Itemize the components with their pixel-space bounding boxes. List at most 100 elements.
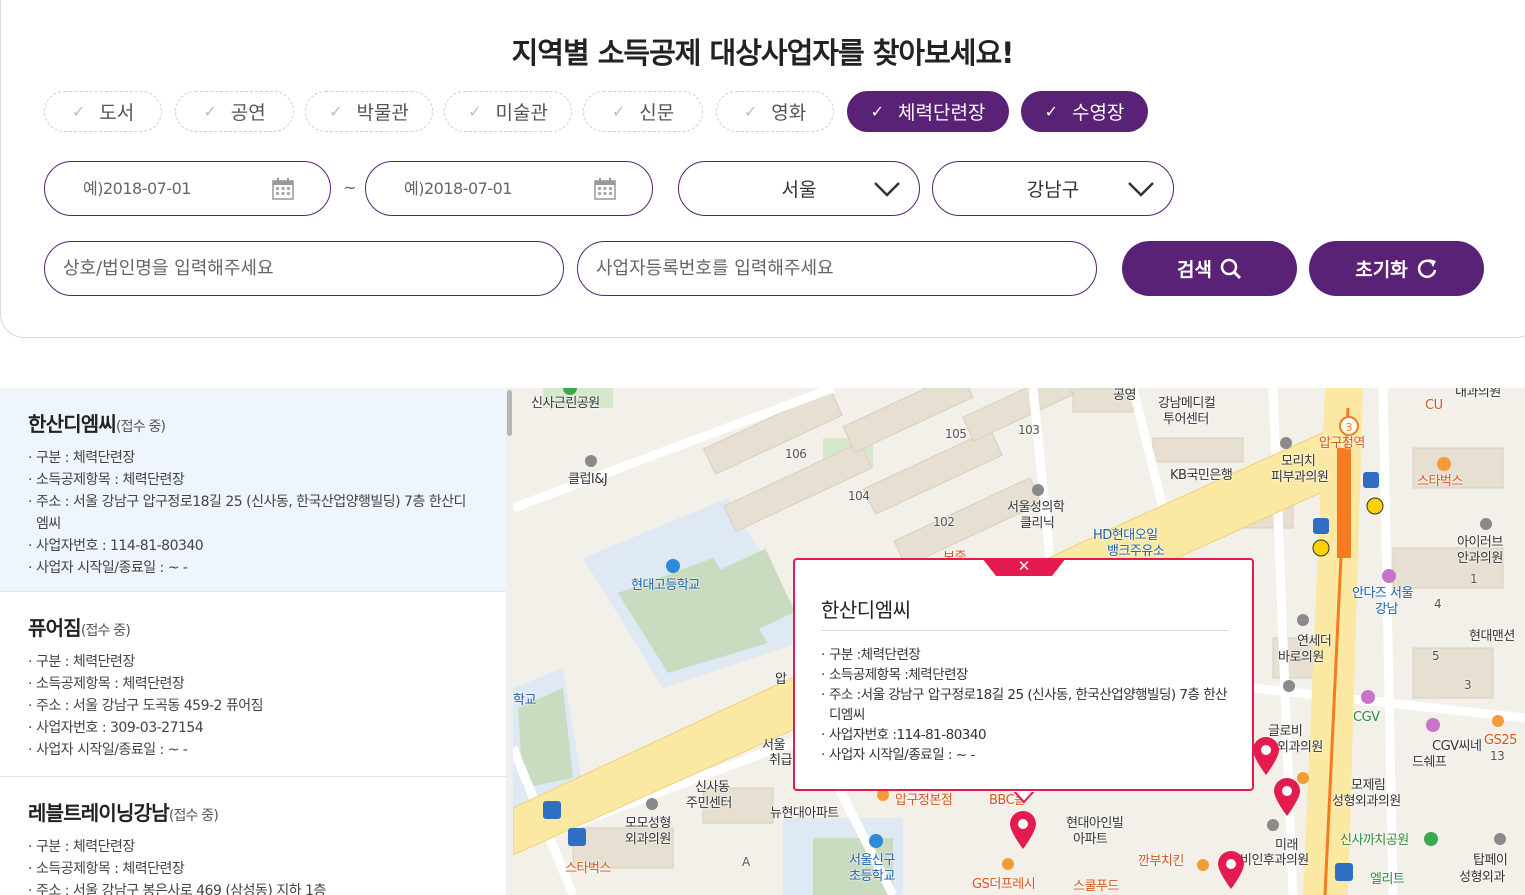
category-chip[interactable]: ✓ 박물관 <box>305 91 433 132</box>
map-label: 서울 <box>762 738 785 753</box>
map-label: 스쿨푸드 <box>1073 879 1119 894</box>
business-name-input[interactable] <box>45 258 563 279</box>
popup-tail <box>1014 791 1034 803</box>
map-label: 성형외과의원 <box>1332 794 1401 809</box>
map-label: 106 <box>785 447 807 461</box>
check-icon: ✓ <box>329 102 343 121</box>
business-number-field[interactable] <box>577 241 1097 296</box>
map-label: 현대고등학교 <box>631 578 700 593</box>
popup-info: · 구분 :체력단련장 · 소득공제항목 :체력단련장 · 주소 :서울 강남구 압구정로… <box>821 645 1231 765</box>
map-label: 학교 <box>513 693 536 708</box>
check-icon: ✓ <box>71 102 86 121</box>
map-label: 드쉐프 <box>1412 755 1447 770</box>
result-status: (접수 중) <box>80 623 131 639</box>
category-chip-label: 도서 <box>99 102 135 124</box>
map-label: 내과의원 <box>1455 388 1501 400</box>
map-label: 서울성의학 <box>1007 500 1065 515</box>
date-separator: ~ <box>343 178 357 197</box>
map-label: 성형외과 <box>1459 870 1505 885</box>
map-label: GS25 <box>1484 733 1517 748</box>
result-info-row: · 구분 : 체력단련장 <box>28 839 135 855</box>
map-label: 102 <box>933 515 955 529</box>
map-label: 104 <box>848 489 870 503</box>
end-date-field[interactable] <box>365 161 653 216</box>
map-label: 초등학교 <box>849 869 895 884</box>
category-chip[interactable]: ✓ 체력단련장 <box>847 91 1009 132</box>
category-chip[interactable]: ✓ 신문 <box>583 91 703 132</box>
map-label: CU <box>1425 398 1443 413</box>
result-item[interactable]: 레블트레이닝강남(접수 중) · 구분 : 체력단련장 · 소득공제항목 : 체력단련장… <box>0 777 506 895</box>
result-info-row: · 사업자번호 : 114-81-80340 <box>28 538 204 554</box>
map-label: 아파트 <box>1073 832 1108 847</box>
result-name[interactable]: 레블트레이닝강남(접수 중) <box>28 797 506 826</box>
map-label: KB국민은행 <box>1170 468 1233 483</box>
result-list-scrollbar[interactable] <box>506 388 513 895</box>
popup-info-row: · 주소 :서울 강남구 압구정로18길 25 (신사동, 한국산업양행빌딩) 7… <box>821 687 1228 723</box>
map-label: HD현대오일 <box>1093 528 1158 543</box>
map-label: 안과의원 <box>1457 551 1503 566</box>
map-label: 취급 <box>769 753 792 768</box>
map-label: 4 <box>1434 597 1442 611</box>
result-list-scrollbar-thumb[interactable] <box>507 390 512 436</box>
result-info-row: · 소득공제항목 : 체력단련장 <box>28 861 185 877</box>
calendar-icon[interactable] <box>272 178 294 200</box>
result-list: 한산디엠씨(접수 중) · 구분 : 체력단련장 · 소득공제항목 : 체력단련장 · 주소… <box>0 388 513 895</box>
map-pin-icon[interactable] <box>1008 810 1038 850</box>
map-label: 모제림 <box>1351 778 1386 793</box>
district-select-value: 강남구 <box>1026 179 1080 201</box>
check-icon: ✓ <box>468 102 482 121</box>
result-status: (접수 중) <box>116 419 166 435</box>
map-label: 뉴현대아파트 <box>770 806 839 821</box>
category-chip[interactable]: ✓ 공연 <box>175 91 294 132</box>
popup-info-row: · 소득공제항목 :체력단련장 <box>821 667 968 683</box>
result-info-row: · 소득공제항목 : 체력단련장 <box>28 676 185 692</box>
page-title: 지역별 소득공제 대상사업자를 찾아보세요! <box>511 36 1015 70</box>
map-label: 13 <box>1490 749 1505 763</box>
map-label: 스타벅스 <box>1417 474 1463 489</box>
map-label: 아이러브 <box>1457 535 1503 550</box>
result-name[interactable]: 퓨어짐(접수 중) <box>28 612 506 641</box>
popup-title: 한산디엠씨 <box>821 598 911 622</box>
business-number-input[interactable] <box>578 258 1096 279</box>
category-chip-label: 체력단련장 <box>898 102 986 124</box>
map-label: 탑페이 <box>1473 853 1508 868</box>
result-info-row: · 사업자 시작일/종료일 : ~ - <box>28 742 188 758</box>
map-label: 공영 <box>1113 388 1136 403</box>
refresh-icon <box>1417 258 1436 278</box>
reset-button[interactable]: 초기화 <box>1309 241 1484 296</box>
check-icon: ✓ <box>1044 102 1058 121</box>
region-select-value: 서울 <box>781 179 817 201</box>
result-item[interactable]: 한산디엠씨(접수 중) · 구분 : 체력단련장 · 소득공제항목 : 체력단련장 · 주소… <box>0 388 506 592</box>
category-chip[interactable]: ✓ 영화 <box>716 91 834 132</box>
district-select[interactable]: 강남구 <box>932 161 1174 216</box>
category-chip-label: 신문 <box>639 102 675 124</box>
category-chip[interactable]: ✓ 수영장 <box>1021 91 1148 132</box>
map-label: 압구정본점 <box>895 793 953 808</box>
map-label: 모모성형 <box>625 816 671 831</box>
map-label: 주민센터 <box>686 796 732 811</box>
calendar-icon[interactable] <box>594 178 616 200</box>
result-name[interactable]: 한산디엠씨(접수 중) <box>28 408 506 437</box>
search-button[interactable]: 검색 <box>1122 241 1297 296</box>
map-pin-icon[interactable] <box>1251 736 1281 776</box>
business-name-field[interactable] <box>44 241 564 296</box>
map-label: CGV <box>1353 710 1380 725</box>
map-label: 비인후과의원 <box>1240 853 1309 868</box>
map-info-popup: ✕ 한산디엠씨 · 구분 :체력단련장 · 소득공제항목 :체력단련장 · 주소 :서울 … <box>793 556 1254 803</box>
map-label: 외과의원 <box>1277 740 1323 755</box>
category-chip[interactable]: ✓ 도서 <box>44 91 162 132</box>
category-chip-label: 공연 <box>230 102 266 124</box>
map-pin-icon[interactable] <box>1216 850 1246 890</box>
result-info-row: · 주소 : 서울 강남구 도곡동 459-2 퓨어짐 <box>28 698 264 714</box>
start-date-field[interactable] <box>44 161 331 216</box>
result-info-row: · 사업자번호 : 309-03-27154 <box>28 720 204 736</box>
result-info-row: · 구분 : 체력단련장 <box>28 450 135 466</box>
map-label: 엘리트 <box>1370 872 1405 887</box>
close-icon[interactable]: ✕ <box>1017 556 1031 576</box>
chevron-down-icon <box>1128 182 1154 197</box>
map-label: CGV씨네 <box>1432 739 1482 754</box>
result-item[interactable]: 퓨어짐(접수 중) · 구분 : 체력단련장 · 소득공제항목 : 체력단련장 · 주소 :… <box>0 592 506 777</box>
region-select[interactable]: 서울 <box>678 161 920 216</box>
map-pin-icon[interactable] <box>1272 777 1302 817</box>
category-chip[interactable]: ✓ 미술관 <box>444 91 572 132</box>
